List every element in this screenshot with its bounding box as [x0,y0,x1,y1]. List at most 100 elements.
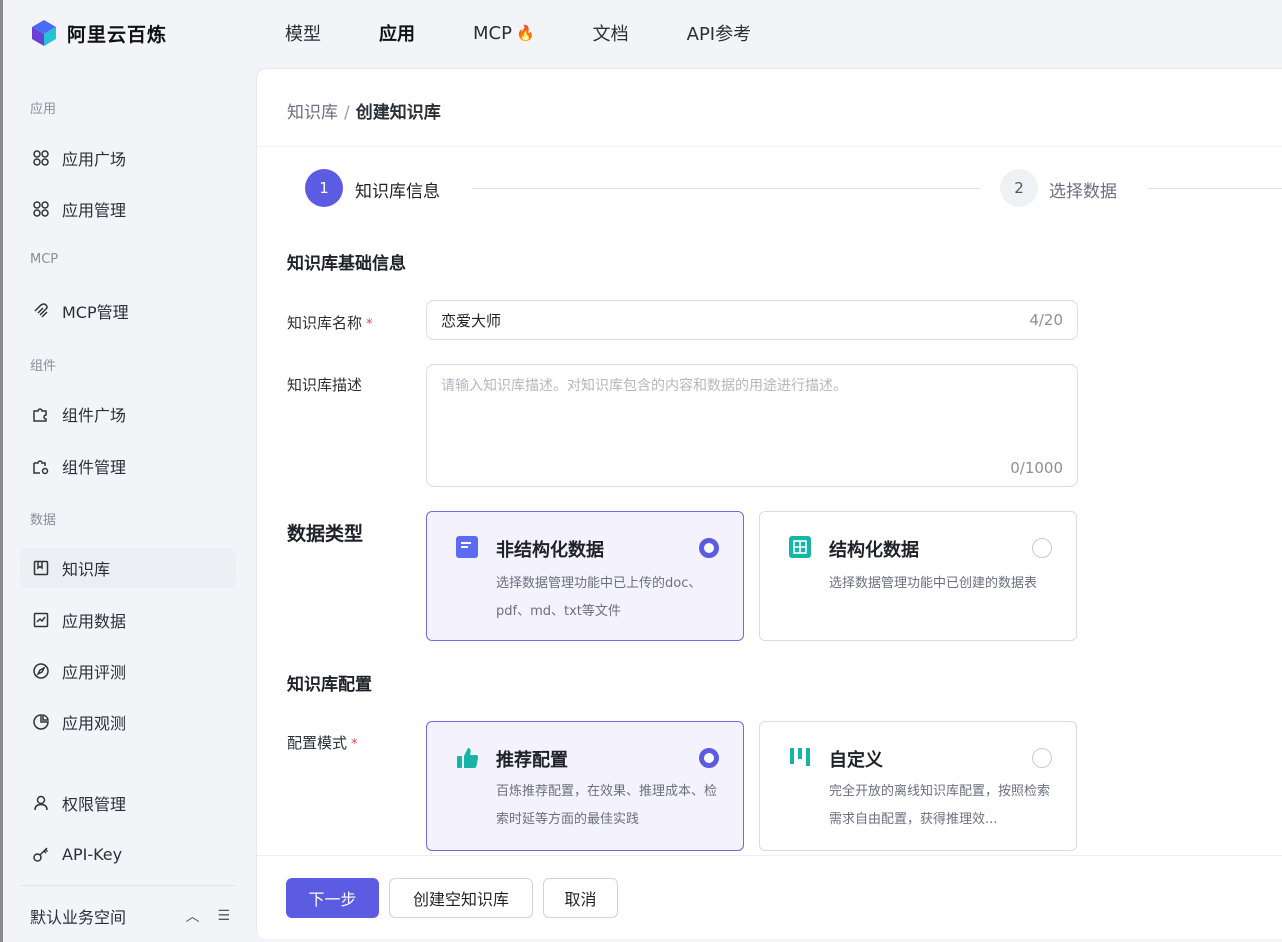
breadcrumb: 知识库 / 创建知识库 [287,98,441,123]
section-title-basic-info: 知识库基础信息 [287,254,406,274]
sidebar-item-label: 应用广场 [62,150,127,169]
description-field-label: 知识库描述 [287,376,363,394]
action-bar: 下一步 创建空知识库 取消 [257,855,1282,939]
config-mode-card-recommended[interactable]: 推荐配置 百炼推荐配置，在效果、推理成本、检索时延等方面的最佳实践 [426,721,744,851]
section-title-data-type: 数据类型 [287,523,364,545]
section-title-config: 知识库配置 [287,675,372,695]
nav-models[interactable]: 模型 [285,20,321,46]
sidebar-group-mcp: MCP [30,252,59,267]
pie-icon [32,713,50,731]
sidebar-item-label: 应用数据 [62,612,127,631]
sidebar-item-label: 组件管理 [62,458,127,477]
puzzle-icon [32,405,50,423]
sidebar-item-app-management[interactable]: 应用管理 [20,189,236,229]
sidebar-item-label: 应用观测 [62,714,127,733]
sidebar-item-app-evaluation[interactable]: 应用评测 [20,651,236,691]
nav-docs[interactable]: 文档 [593,20,629,46]
sidebar-item-mcp-management[interactable]: MCP管理 [20,291,236,331]
breadcrumb-separator: / [344,103,350,123]
nav-api-reference[interactable]: API参考 [687,20,751,46]
header-divider [257,146,1282,147]
sidebar-item-api-key[interactable]: API-Key [20,834,236,874]
key-icon [32,845,50,863]
name-label-text: 知识库名称 [287,314,363,332]
data-type-card-structured[interactable]: 结构化数据 选择数据管理功能中已创建的数据表 [759,511,1077,641]
card-description: 选择数据管理功能中已创建的数据表 [829,576,1038,591]
grid-icon [32,200,50,218]
book-icon [32,559,50,577]
page-title: 创建知识库 [355,103,441,123]
sidebar-item-component-management[interactable]: 组件管理 [20,446,236,486]
description-placeholder: 请输入知识库描述。对知识库包含的内容和数据的用途进行描述。 [441,378,847,394]
app-logo[interactable]: 阿里云百炼 [29,18,167,48]
step-connector [472,188,980,189]
required-mark: * [351,737,358,752]
menu-icon[interactable]: ☰ [217,908,230,924]
card-title: 推荐配置 [496,750,568,771]
sidebar-item-label: 组件广场 [62,406,127,425]
sliders-icon [788,745,812,769]
nav-mcp[interactable]: MCP 🔥 [473,23,535,44]
compass-icon [32,662,50,680]
sidebar-item-label: MCP管理 [62,303,129,322]
step-connector [1148,188,1282,189]
data-type-card-unstructured[interactable]: 非结构化数据 选择数据管理功能中已上传的doc、pdf、md、txt等文件 [426,511,744,641]
radio-unselected[interactable] [1032,748,1052,768]
workspace-switcher[interactable]: 默认业务空间 ︿ ☰ [30,904,230,928]
radio-unselected[interactable] [1032,538,1052,558]
sidebar-item-app-data[interactable]: 应用数据 [20,600,236,640]
sidebar-item-permission-management[interactable]: 权限管理 [20,783,236,823]
sidebar-group-component: 组件 [30,359,57,374]
knowledge-base-description-textarea[interactable]: 请输入知识库描述。对知识库包含的内容和数据的用途进行描述。 0/1000 [426,364,1078,487]
description-char-count: 0/1000 [1010,459,1063,477]
step-1-label: 知识库信息 [355,182,440,202]
sidebar-item-label: API-Key [62,844,123,864]
document-icon [455,535,479,559]
grid-icon [32,149,50,167]
card-title: 非结构化数据 [496,540,604,561]
config-mode-card-custom[interactable]: 自定义 完全开放的离线知识库配置，按照检索需求自由配置，获得推理效... [759,721,1077,851]
step-1-number: 1 [305,169,343,207]
name-input-value: 恋爱大师 [441,311,502,330]
sidebar-group-data: 数据 [30,513,57,528]
knowledge-base-name-input[interactable]: 恋爱大师 4/20 [426,300,1078,340]
sidebar-divider [20,885,236,886]
card-description: 选择数据管理功能中已上传的doc、pdf、md、txt等文件 [496,576,702,619]
top-bar: 阿里云百炼 模型 应用 MCP 🔥 文档 API参考 [3,0,1282,66]
config-mode-label-text: 配置模式 [287,734,348,752]
step-2-number: 2 [1000,169,1038,207]
chevron-up-icon[interactable]: ︿ [185,906,199,926]
cancel-button[interactable]: 取消 [543,878,618,918]
nav-apps[interactable]: 应用 [379,20,415,46]
card-description: 百炼推荐配置，在效果、推理成本、检索时延等方面的最佳实践 [496,784,718,827]
sidebar-item-component-square[interactable]: 组件广场 [20,394,236,434]
sidebar-item-app-square[interactable]: 应用广场 [20,138,236,178]
name-char-count: 4/20 [1029,311,1063,329]
table-icon [788,535,812,559]
breadcrumb-knowledge-base[interactable]: 知识库 [287,103,338,123]
sidebar-item-label: 知识库 [62,560,111,579]
sidebar-item-app-observation[interactable]: 应用观测 [20,702,236,742]
next-step-button[interactable]: 下一步 [286,878,379,918]
user-icon [32,794,50,812]
logo-icon [29,18,59,48]
create-empty-knowledge-base-button[interactable]: 创建空知识库 [389,878,533,918]
sidebar-item-label: 权限管理 [62,795,127,814]
sidebar-group-app: 应用 [30,102,57,117]
card-title: 自定义 [829,750,883,771]
main-panel: 知识库 / 创建知识库 1 知识库信息 2 选择数据 知识库基础信息 知识库名称 * … [256,68,1282,939]
app-name: 阿里云百炼 [67,23,168,46]
step-2-label: 选择数据 [1049,182,1117,202]
nav-mcp-label: MCP [473,22,512,44]
radio-selected[interactable] [699,748,719,768]
required-mark: * [366,317,373,332]
fire-icon: 🔥 [515,24,535,42]
top-nav: 模型 应用 MCP 🔥 文档 API参考 [285,0,809,66]
name-field-label: 知识库名称 * [287,312,373,333]
radio-selected[interactable] [699,538,719,558]
thumbs-up-icon [455,745,479,769]
card-title: 结构化数据 [829,540,919,561]
sidebar-item-label: 应用管理 [62,201,127,220]
card-description: 完全开放的离线知识库配置，按照检索需求自由配置，获得推理效... [829,784,1051,827]
sidebar-item-knowledge-base[interactable]: 知识库 [20,548,236,588]
